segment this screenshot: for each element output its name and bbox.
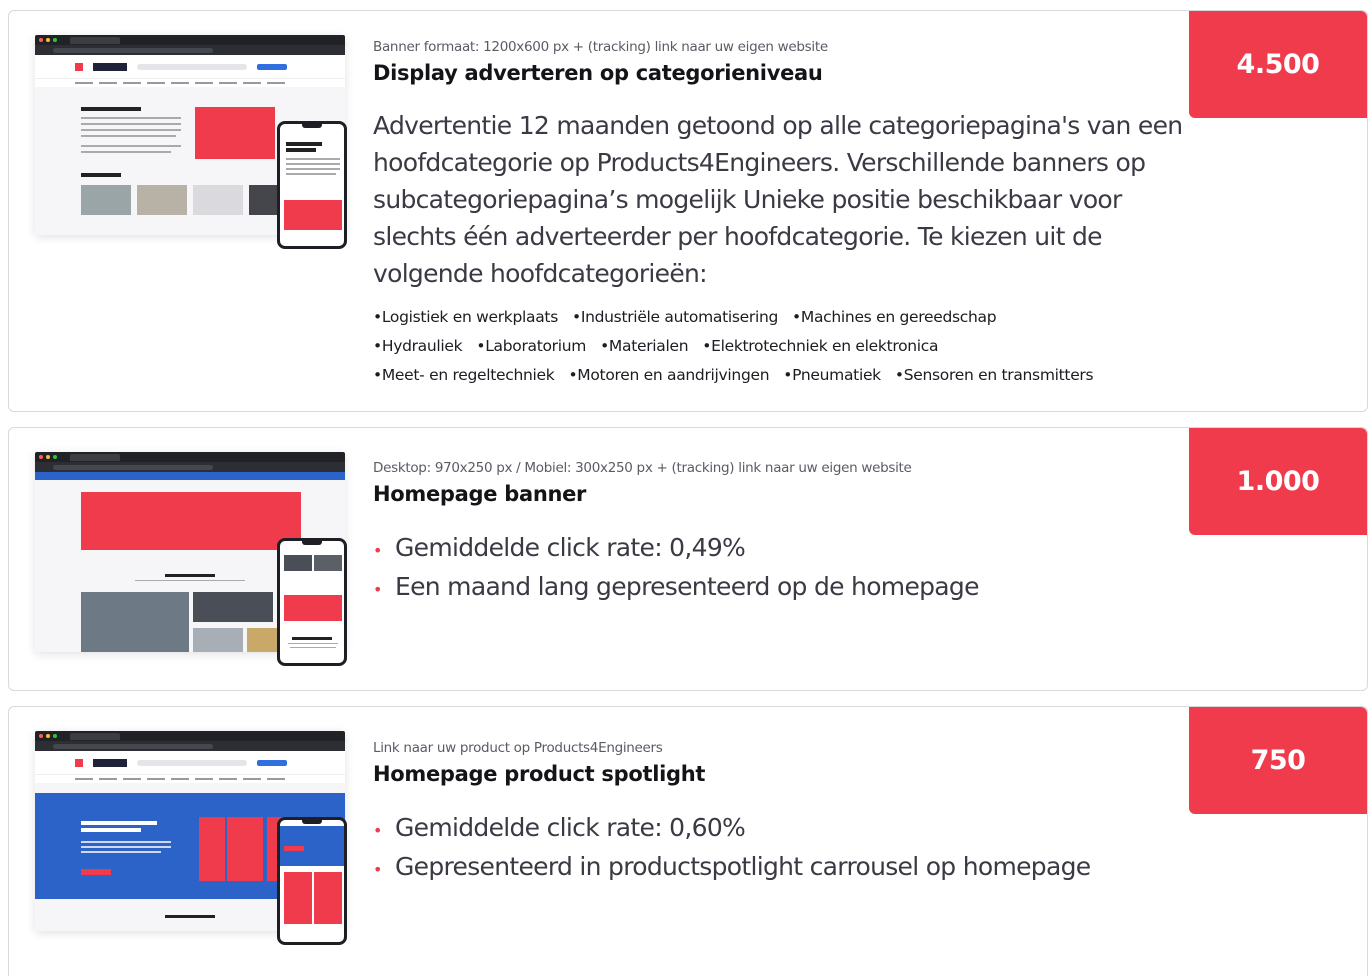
category-item: Industriële automatisering	[572, 308, 779, 326]
ad-product-card-category-display: Banner formaat: 1200x600 px + (tracking)…	[8, 10, 1368, 412]
card-title: Display adverteren op categorieniveau	[373, 61, 823, 85]
bullet-dot-icon: •	[373, 541, 382, 560]
category-item: Elektrotechniek en elektronica	[702, 337, 938, 355]
card-subtitle: Desktop: 970x250 px / Mobiel: 300x250 px…	[373, 460, 912, 476]
card-subtitle: Banner formaat: 1200x600 px + (tracking)…	[373, 39, 828, 55]
card-subtitle: Link naar uw product op Products4Enginee…	[373, 740, 663, 756]
category-item: Pneumatiek	[783, 366, 881, 384]
bullet-dot-icon: •	[373, 821, 382, 840]
category-list: Logistiek en werkplaats Industriële auto…	[373, 302, 1187, 389]
feature-item: • Gemiddelde click rate: 0,49%	[373, 530, 1187, 569]
card-title: Homepage banner	[373, 482, 587, 506]
feature-item: • Gemiddelde click rate: 0,60%	[373, 810, 1187, 849]
ad-product-card-product-spotlight: Link naar uw product op Products4Enginee…	[8, 706, 1368, 976]
category-item: Hydrauliek	[373, 337, 463, 355]
bullet-dot-icon: •	[373, 860, 382, 879]
feature-item: • Een maand lang gepresenteerd op de home…	[373, 569, 1187, 608]
card-description: Advertentie 12 maanden getoond op alle c…	[373, 111, 1183, 288]
ad-product-card-homepage-banner: Desktop: 970x250 px / Mobiel: 300x250 px…	[8, 427, 1368, 691]
category-item: Sensoren en transmitters	[895, 366, 1094, 384]
price-badge: 750	[1189, 707, 1367, 814]
desktop-mobile-mockup-image	[35, 731, 349, 945]
category-item: Machines en gereedschap	[792, 308, 997, 326]
category-item: Laboratorium	[476, 337, 586, 355]
feature-list: • Gemiddelde click rate: 0,60% • Gepresent…	[373, 810, 1187, 888]
price-badge: 1.000	[1189, 428, 1367, 535]
desktop-mobile-mockup-image	[35, 35, 349, 249]
category-item: Meet- en regeltechniek	[373, 366, 555, 384]
price-badge: 4.500	[1189, 11, 1367, 118]
bullet-dot-icon: •	[373, 580, 382, 599]
feature-list: • Gemiddelde click rate: 0,49% • Een maand…	[373, 530, 1187, 608]
category-item: Motoren en aandrijvingen	[568, 366, 769, 384]
card-title: Homepage product spotlight	[373, 762, 706, 786]
desktop-mobile-mockup-image	[35, 452, 349, 666]
category-item: Materialen	[600, 337, 689, 355]
feature-item: • Gepresenteerd in productspotlight carro…	[373, 849, 1187, 888]
category-item: Logistiek en werkplaats	[373, 308, 558, 326]
